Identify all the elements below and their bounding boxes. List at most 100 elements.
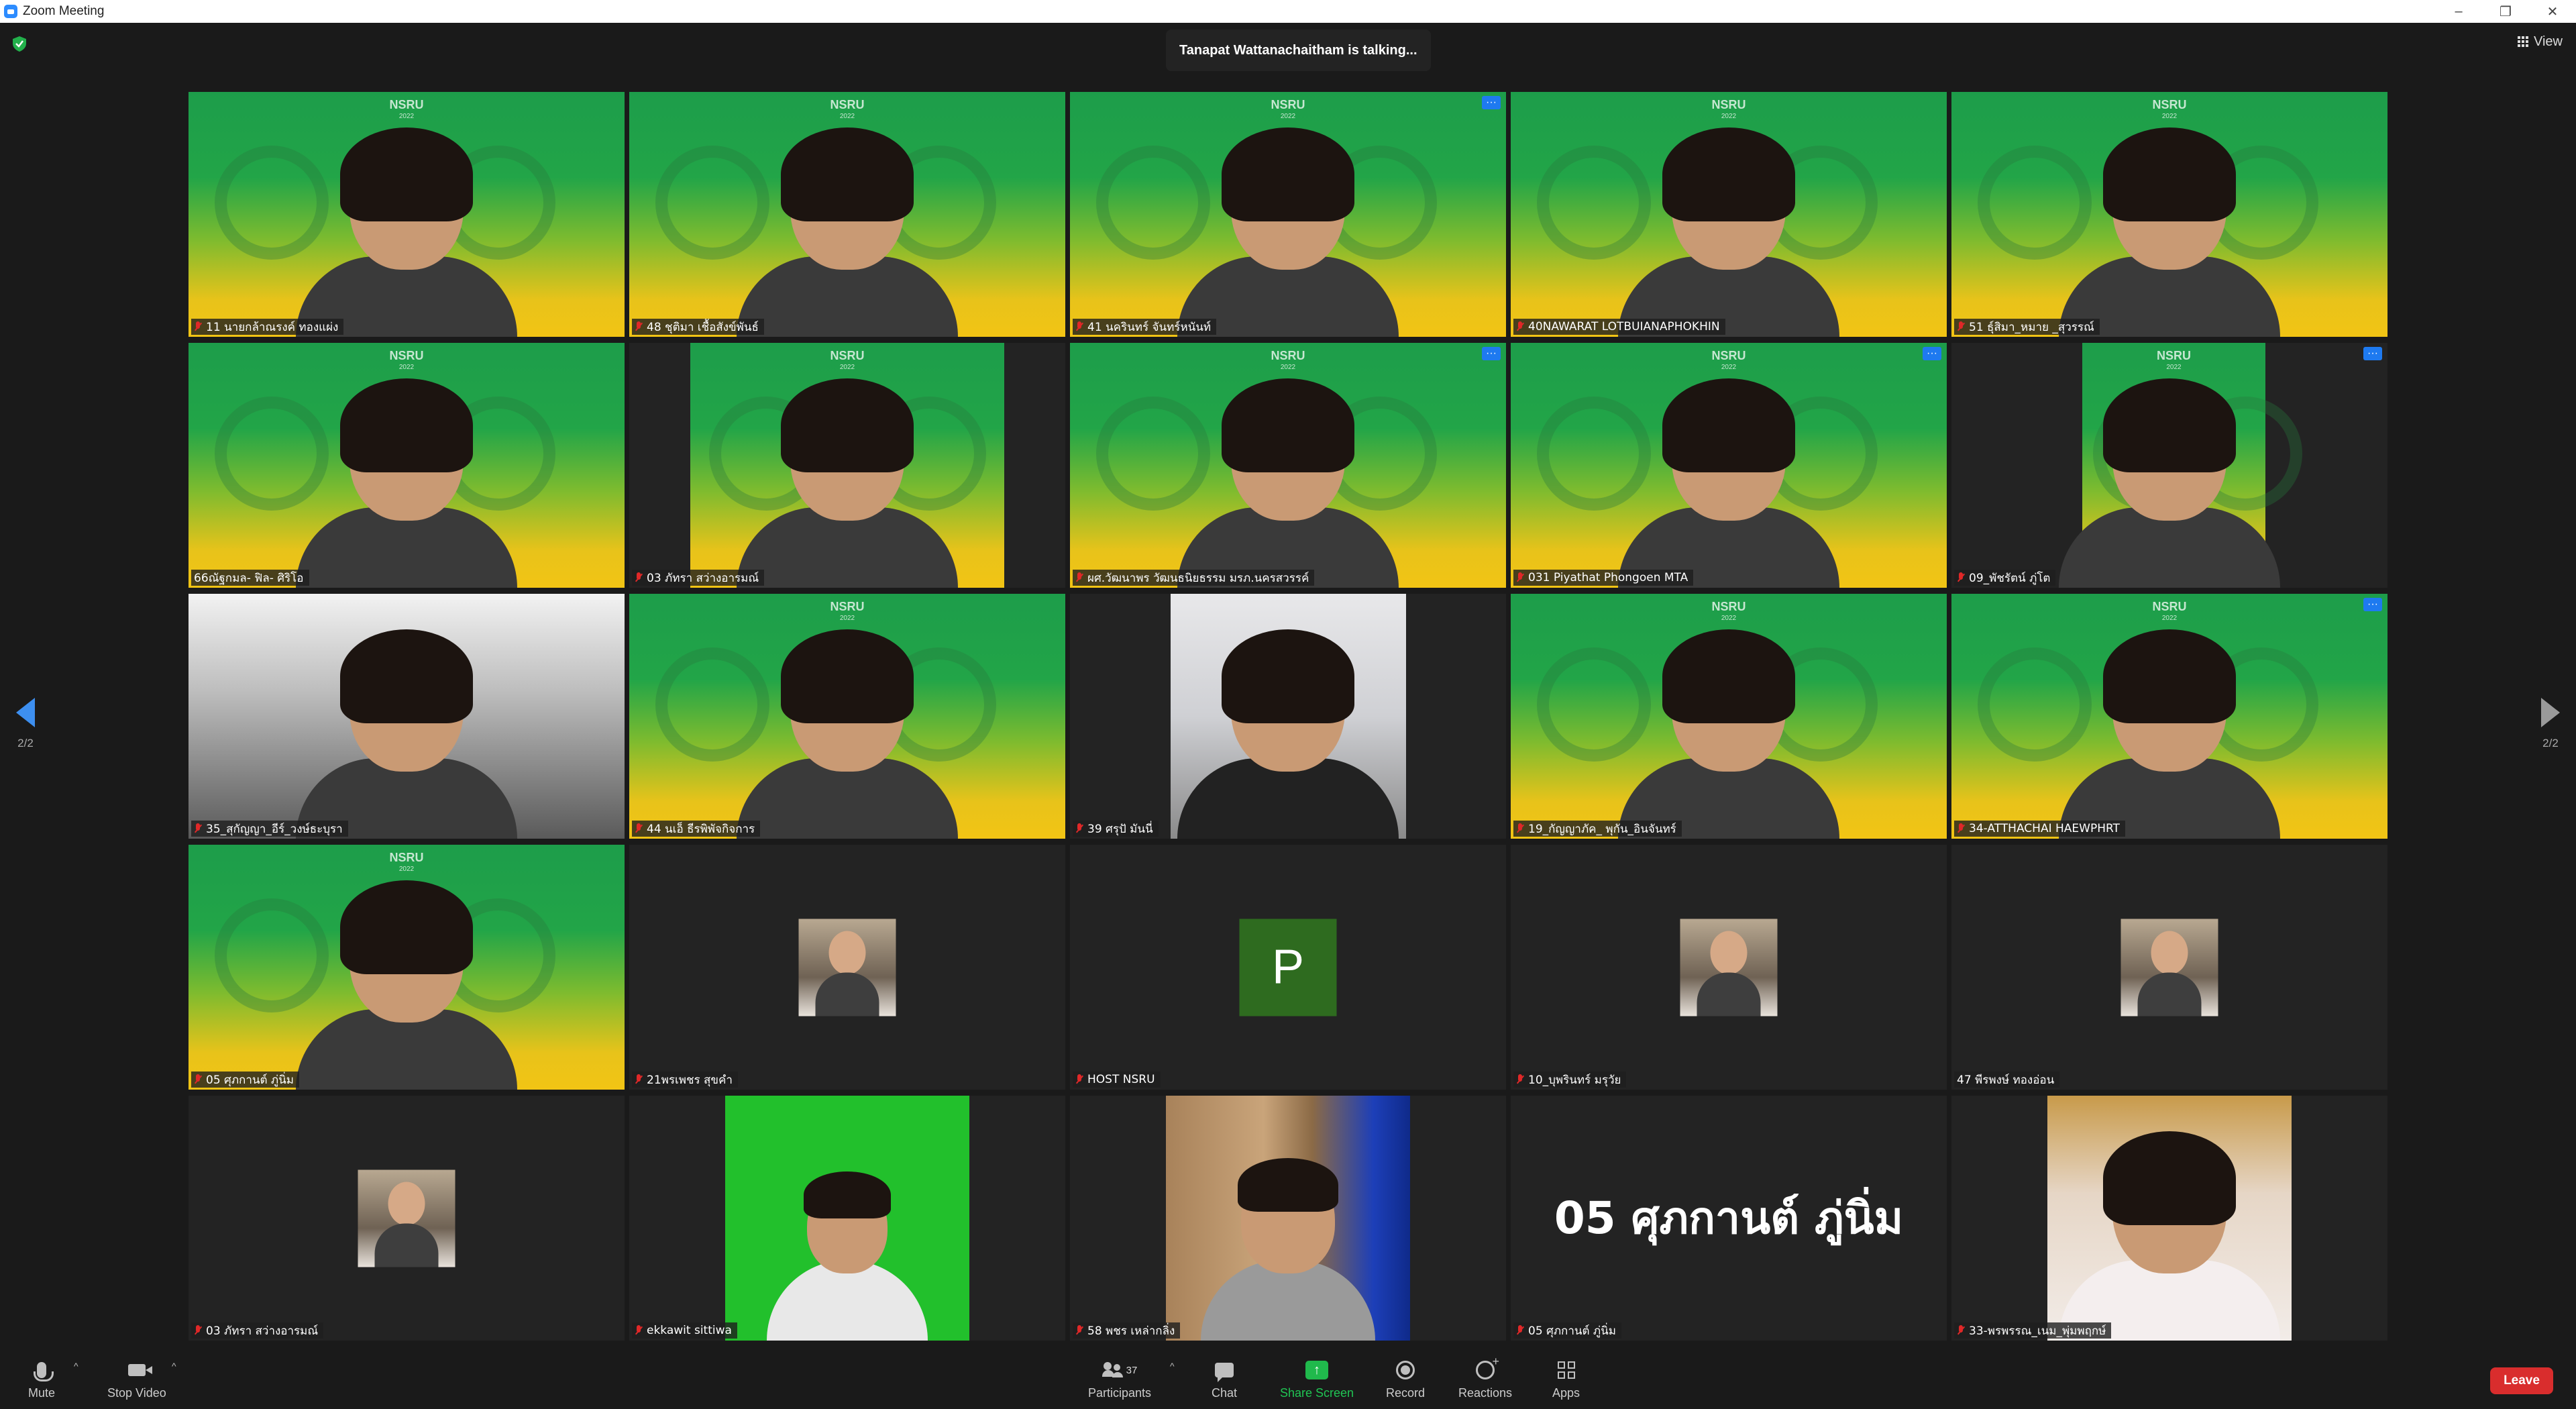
participant-name: 47 พีรพงษ์ ทองอ่อน xyxy=(1957,1073,2055,1087)
profile-picture xyxy=(358,1169,455,1267)
close-button[interactable]: ✕ xyxy=(2529,0,2576,23)
more-options-button[interactable]: ··· xyxy=(1482,347,1501,360)
reactions-button[interactable]: Reactions xyxy=(1458,1355,1512,1400)
profile-picture xyxy=(2121,919,2218,1016)
more-options-button[interactable]: ··· xyxy=(1923,347,1941,360)
video-tile[interactable]: 35_สุกัญญา_อีร์_วงษ์ธะบุรา xyxy=(189,594,625,839)
share-screen-button[interactable]: ↑ Share Screen xyxy=(1280,1358,1354,1400)
video-tile[interactable]: NSRU 2022 05 ศุภกานต์ ภู่นิ่ม xyxy=(189,845,625,1090)
microphone-icon xyxy=(34,1362,54,1381)
zoom-app-icon xyxy=(4,5,17,18)
video-tile[interactable]: NSRU 2022 11 นายกล้าณรงค์ ทองแผ่ง xyxy=(189,92,625,337)
video-tile[interactable]: NSRU 2022 44 นเอ็ ธีรพิพัจกิจการ xyxy=(629,594,1065,839)
nsru-logo-icon: NSRU 2022 xyxy=(2152,600,2187,622)
participant-video xyxy=(737,629,958,839)
video-tile[interactable]: 03 ภัทรา สว่างอารมณ์ xyxy=(189,1096,625,1341)
window-titlebar: Zoom Meeting – ❐ ✕ xyxy=(0,0,2576,23)
stop-video-button[interactable]: Stop Video xyxy=(107,1358,166,1400)
participant-name: 031 Piyathat Phongoen MTA xyxy=(1528,571,1688,584)
participant-name-label: ผศ.วัฒนาพร วัฒนธนิยธรรม มรภ.นครสวรรค์ xyxy=(1073,570,1315,586)
video-tile[interactable]: 58 พชร เหล่ากลิ่ง xyxy=(1070,1096,1506,1341)
participant-name: 44 นเอ็ ธีรพิพัจกิจการ xyxy=(647,822,755,836)
participant-name: 41 นครินทร์ จันทร์หนันท์ xyxy=(1087,320,1212,334)
video-tile[interactable]: NSRU 2022 40NAWARAT LOTBUIANAPHOKHIN xyxy=(1511,92,1947,337)
participant-name-label: 66ณัฐกมล- ฟิล- ศิริโอ xyxy=(191,570,309,586)
more-options-button[interactable]: ··· xyxy=(2363,347,2382,360)
muted-microphone-icon xyxy=(194,1074,202,1085)
participant-name-label: 09_พัชรัตน์ ภู่โต xyxy=(1954,570,2056,586)
participant-name-label: 41 นครินทร์ จันทร์หนันท์ xyxy=(1073,319,1217,335)
video-tile[interactable]: NSRU 2022 ··· 09_พัชรัตน์ ภู่โต xyxy=(1951,343,2387,588)
more-options-button[interactable]: ··· xyxy=(2363,598,2382,611)
leave-button[interactable]: Leave xyxy=(2490,1367,2553,1394)
participant-name-label: 031 Piyathat Phongoen MTA xyxy=(1513,570,1694,586)
nsru-logo-icon: NSRU 2022 xyxy=(2156,349,2192,371)
more-options-button[interactable]: ··· xyxy=(1482,96,1501,109)
video-tile[interactable]: NSRU 2022 03 ภัทรา สว่างอารมณ์ xyxy=(629,343,1065,588)
muted-microphone-icon xyxy=(1957,321,1965,332)
participant-video xyxy=(2059,127,2280,337)
participant-name-label: 47 พีรพงษ์ ทองอ่อน xyxy=(1954,1072,2060,1088)
participant-name-label: 35_สุกัญญา_อีร์_วงษ์ธะบุรา xyxy=(191,821,348,837)
video-tile[interactable]: 21พรเพชร สุขคำ xyxy=(629,845,1065,1090)
video-tile[interactable]: NSRU 2022 51 ธุ์สิมา_หมาย _สุวรรณ์ xyxy=(1951,92,2387,337)
participant-name-label: 03 ภัทรา สว่างอารมณ์ xyxy=(632,570,765,586)
chevron-left-icon xyxy=(16,698,35,727)
participant-name: 48 ชุติมา เชื้อสังข์พันธ์ xyxy=(647,320,759,334)
participant-name-label: 51 ธุ์สิมา_หมาย _สุวรรณ์ xyxy=(1954,319,2100,335)
previous-page-button[interactable]: 2/2 xyxy=(16,698,35,750)
participant-video xyxy=(296,378,517,588)
participants-button[interactable]: 37 Participants xyxy=(1088,1358,1151,1400)
record-icon xyxy=(1396,1361,1415,1379)
video-tile[interactable]: NSRU 2022 ··· ผศ.วัฒนาพร วัฒนธนิยธรรม มรภ.น… xyxy=(1070,343,1506,588)
participant-video xyxy=(296,880,517,1090)
video-options-chevron-icon[interactable]: ^ xyxy=(172,1361,176,1371)
video-tile[interactable]: NSRU 2022 ··· 34-ATTHACHAI HAEWPHRT xyxy=(1951,594,2387,839)
participant-video xyxy=(1618,629,1839,839)
record-label: Record xyxy=(1386,1386,1426,1400)
profile-picture xyxy=(798,919,896,1016)
participant-video xyxy=(1177,127,1399,337)
video-tile[interactable]: NSRU 2022 ··· 031 Piyathat Phongoen MTA xyxy=(1511,343,1947,588)
participants-options-chevron-icon[interactable]: ^ xyxy=(1170,1361,1175,1371)
view-button[interactable]: View xyxy=(2518,30,2563,54)
video-tile[interactable]: 10_บุพรินทร์ มรุวัย xyxy=(1511,845,1947,1090)
participant-video xyxy=(1618,127,1839,337)
profile-initial-avatar: P xyxy=(1239,919,1337,1016)
video-tile[interactable]: NSRU 2022 19_กัญญาภัค_ พุกัน_อินจันทร์ xyxy=(1511,594,1947,839)
nsru-logo-icon: NSRU 2022 xyxy=(1711,98,1746,120)
restore-button[interactable]: ❐ xyxy=(2482,0,2529,23)
video-tile[interactable]: ekkawit sittiwa xyxy=(629,1096,1065,1341)
record-button[interactable]: Record xyxy=(1386,1358,1425,1400)
mute-button[interactable]: Mute xyxy=(28,1358,55,1400)
video-tile[interactable]: NSRU 2022 66ณัฐกมล- ฟิล- ศิริโอ xyxy=(189,343,625,588)
next-page-button[interactable]: 2/2 xyxy=(2541,698,2560,750)
muted-microphone-icon xyxy=(1957,823,1965,834)
video-tile[interactable]: 05 ศุภกานต์ ภู่นิ่ม 05 ศุภกานต์ ภู่นิ่ม xyxy=(1511,1096,1947,1341)
apps-button[interactable]: Apps xyxy=(1552,1358,1580,1400)
video-tile[interactable]: 47 พีรพงษ์ ทองอ่อน xyxy=(1951,845,2387,1090)
nsru-logo-icon: NSRU 2022 xyxy=(1711,349,1746,371)
nsru-logo-icon: NSRU 2022 xyxy=(389,851,424,873)
audio-options-chevron-icon[interactable]: ^ xyxy=(74,1361,78,1371)
page-indicator-left: 2/2 xyxy=(17,737,34,749)
participants-label: Participants xyxy=(1088,1386,1152,1400)
video-tile[interactable]: 39 ศรุปั มันนี่ xyxy=(1070,594,1506,839)
participant-name-display: 05 ศุภกานต์ ภู่นิ่ม xyxy=(1554,1192,1904,1244)
video-tile[interactable]: P HOST NSRU xyxy=(1070,845,1506,1090)
participant-video xyxy=(2059,378,2280,588)
video-tile[interactable]: NSRU 2022 48 ชุติมา เชื้อสังข์พันธ์ xyxy=(629,92,1065,337)
participant-name: 03 ภัทรา สว่างอารมณ์ xyxy=(647,571,759,585)
muted-microphone-icon xyxy=(635,1325,643,1336)
minimize-button[interactable]: – xyxy=(2435,0,2482,23)
nsru-logo-icon: NSRU 2022 xyxy=(830,349,865,371)
chat-button[interactable]: Chat xyxy=(1212,1358,1237,1400)
encryption-shield-icon[interactable] xyxy=(11,35,28,52)
muted-microphone-icon xyxy=(194,1325,202,1336)
muted-microphone-icon xyxy=(1957,1325,1965,1336)
video-tile[interactable]: 33-พรพรรณ_เนม_พุ่มพฤกษ์ xyxy=(1951,1096,2387,1341)
window-title: Zoom Meeting xyxy=(23,4,105,18)
apps-label: Apps xyxy=(1552,1386,1580,1400)
video-tile[interactable]: NSRU 2022 ··· 41 นครินทร์ จันทร์หนันท์ xyxy=(1070,92,1506,337)
muted-microphone-icon xyxy=(1516,572,1524,583)
